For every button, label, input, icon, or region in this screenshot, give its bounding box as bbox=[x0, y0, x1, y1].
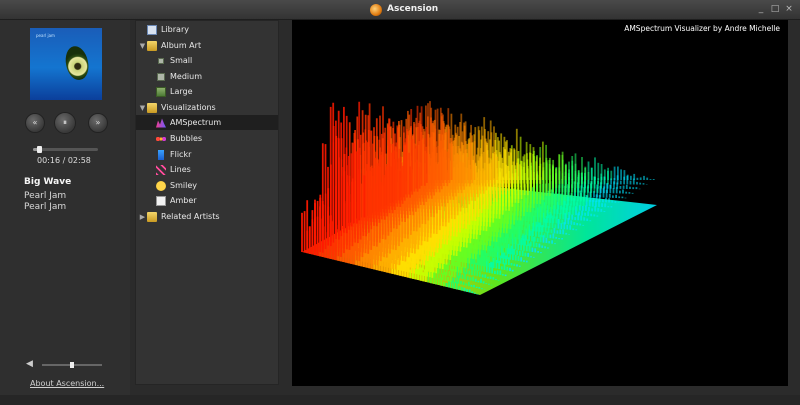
tree-item-bubbles[interactable]: Bubbles bbox=[156, 131, 278, 146]
tree-item-album-art[interactable]: ▼ Album Art bbox=[138, 38, 278, 53]
tree-item-label: Visualizations bbox=[161, 103, 216, 112]
tree-item-lines[interactable]: Lines bbox=[156, 162, 278, 177]
tree-item-label: Flickr bbox=[170, 150, 192, 159]
tree-item-label: Small bbox=[170, 56, 193, 65]
avocado-graphic bbox=[62, 44, 92, 82]
folder-icon bbox=[147, 40, 157, 51]
album-cover: pearl jam bbox=[30, 28, 102, 100]
pause-button[interactable]: ⏸ bbox=[54, 112, 76, 134]
previous-button[interactable]: « bbox=[25, 113, 45, 133]
tree-item-visualizations[interactable]: ▼ Visualizations bbox=[138, 100, 278, 115]
medium-image-icon bbox=[157, 72, 165, 81]
tree-item-label: Related Artists bbox=[161, 212, 220, 221]
close-button[interactable]: × bbox=[784, 3, 794, 15]
smiley-icon bbox=[156, 180, 166, 191]
track-artist: Pearl Jam bbox=[24, 191, 67, 201]
title-bar: Ascension _ □ × bbox=[0, 0, 800, 20]
volume-handle[interactable] bbox=[70, 362, 74, 368]
tree-item-small[interactable]: Small bbox=[156, 53, 278, 68]
album-cover-band-text: pearl jam bbox=[36, 33, 55, 38]
lines-icon bbox=[156, 164, 166, 175]
about-link[interactable]: About Ascension... bbox=[30, 379, 104, 388]
app-logo-icon bbox=[370, 4, 382, 16]
minimize-button[interactable]: _ bbox=[756, 3, 766, 15]
tree-item-flickr[interactable]: Flickr bbox=[156, 147, 278, 162]
player-panel: pearl jam « ⏸ » 00:16 / 02:58 Big Wave P… bbox=[0, 20, 130, 405]
flickr-icon bbox=[158, 149, 164, 160]
tree-item-label: AMSpectrum bbox=[170, 118, 222, 127]
tree-item-medium[interactable]: Medium bbox=[156, 69, 278, 84]
speaker-icon[interactable]: ◀ bbox=[26, 360, 36, 369]
maximize-button[interactable]: □ bbox=[770, 3, 780, 15]
folder-icon bbox=[147, 211, 157, 222]
next-button[interactable]: » bbox=[88, 113, 108, 133]
track-title: Big Wave bbox=[24, 177, 72, 187]
tree-item-label: Bubbles bbox=[170, 134, 203, 143]
visualizer-caption: AMSpectrum Visualizer by Andre Michelle bbox=[624, 24, 780, 33]
tree-item-label: Amber bbox=[170, 196, 197, 205]
spectrum-graphic bbox=[301, 101, 657, 295]
tree-item-amspectrum[interactable]: AMSpectrum bbox=[136, 115, 278, 130]
library-icon bbox=[147, 24, 157, 35]
tree-item-label: Medium bbox=[170, 72, 202, 81]
tree-item-smiley[interactable]: Smiley bbox=[156, 178, 278, 193]
expand-arrow-icon[interactable]: ▼ bbox=[138, 104, 147, 112]
tree-item-library[interactable]: Library bbox=[138, 22, 278, 37]
visualizer-canvas[interactable]: AMSpectrum Visualizer by Andre Michelle bbox=[292, 20, 788, 386]
window-title: Ascension bbox=[387, 4, 439, 14]
seek-handle[interactable] bbox=[36, 146, 42, 153]
tree-item-label: Lines bbox=[170, 165, 191, 174]
right-edge bbox=[788, 20, 800, 386]
status-strip bbox=[0, 395, 800, 405]
tree-item-label: Library bbox=[161, 25, 189, 34]
tree-item-amber[interactable]: Amber bbox=[156, 193, 278, 208]
expand-arrow-icon[interactable]: ▼ bbox=[138, 42, 147, 50]
tree-item-label: Large bbox=[170, 87, 193, 96]
bubbles-icon bbox=[156, 133, 166, 144]
spectrum-spikes bbox=[301, 101, 655, 295]
window-controls: _ □ × bbox=[756, 3, 794, 15]
small-image-icon bbox=[158, 57, 164, 64]
volume-slider[interactable] bbox=[42, 362, 102, 368]
tree-item-related-artists[interactable]: ▶ Related Artists bbox=[138, 209, 278, 224]
large-image-icon bbox=[156, 86, 166, 97]
tree-item-label: Smiley bbox=[170, 181, 197, 190]
seek-bar[interactable] bbox=[33, 146, 98, 153]
folder-icon bbox=[147, 102, 157, 113]
expand-arrow-icon[interactable]: ▶ bbox=[138, 213, 147, 221]
time-readout: 00:16 / 02:58 bbox=[37, 156, 91, 165]
tree-item-large[interactable]: Large bbox=[156, 84, 278, 99]
navigation-tree: Library ▼ Album Art Small Medium Large ▼… bbox=[135, 20, 279, 385]
track-album: Pearl Jam bbox=[24, 202, 67, 212]
spectrum-icon bbox=[156, 118, 166, 128]
tree-item-label: Album Art bbox=[161, 41, 202, 50]
page-icon bbox=[156, 195, 166, 206]
